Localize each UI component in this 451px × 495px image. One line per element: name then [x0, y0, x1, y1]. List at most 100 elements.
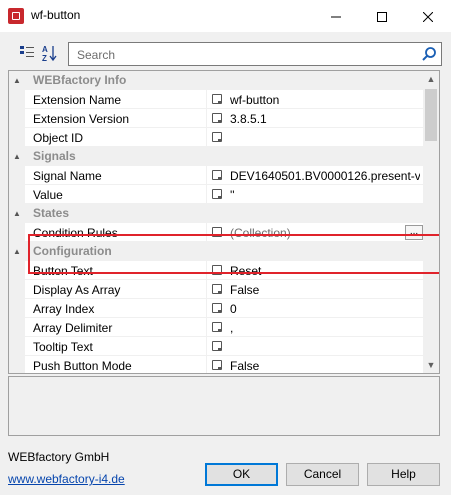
company-name: WEBfactory GmbH — [8, 450, 110, 464]
property-row[interactable]: Array Delimiter, — [9, 318, 423, 337]
binding-icon[interactable] — [212, 189, 222, 199]
row-margin — [9, 166, 25, 185]
minimize-button[interactable] — [313, 0, 359, 32]
search-box — [68, 42, 442, 66]
title-bar: wf-button — [0, 0, 451, 32]
column-separator[interactable] — [206, 166, 207, 185]
property-row[interactable]: Extension Name wf-button — [9, 90, 423, 109]
website-link[interactable]: www.webfactory-i4.de — [8, 472, 125, 486]
binding-icon[interactable] — [212, 303, 222, 313]
category-row[interactable]: ▲ WEBfactory Info — [9, 71, 423, 90]
app-icon — [8, 8, 24, 24]
row-margin — [9, 128, 25, 147]
category-row[interactable]: ▲ Signals — [9, 147, 423, 166]
close-icon — [422, 11, 434, 23]
window-title: wf-button — [31, 8, 81, 22]
property-value[interactable]: wf-button — [230, 93, 420, 107]
row-margin — [9, 356, 25, 373]
property-row[interactable]: Push Button Mode False — [9, 356, 423, 373]
property-value[interactable]: 3.8.5.1 — [230, 112, 420, 126]
signals-highlight-box — [28, 234, 439, 274]
property-name: Value — [33, 188, 63, 202]
column-separator[interactable] — [206, 90, 207, 109]
category-label: States — [33, 206, 70, 220]
property-value[interactable]: 0 — [230, 302, 420, 316]
column-separator[interactable] — [206, 356, 207, 373]
property-grid: ▲ WEBfactory Info Extension Name wf-button E… — [8, 70, 440, 374]
binding-icon[interactable] — [212, 113, 222, 123]
search-icon[interactable] — [421, 46, 437, 62]
binding-icon[interactable] — [212, 170, 222, 180]
property-row[interactable]: Display As Array False — [9, 280, 423, 299]
column-separator[interactable] — [206, 185, 207, 204]
property-toolbar: A Z — [8, 38, 442, 70]
svg-text:A: A — [42, 45, 48, 54]
collapse-icon[interactable]: ▲ — [13, 76, 21, 85]
category-label: Signals — [33, 149, 76, 163]
help-button[interactable]: Help — [367, 463, 440, 486]
column-separator[interactable] — [206, 109, 207, 128]
property-value[interactable]: False — [230, 283, 420, 297]
collapse-icon[interactable]: ▲ — [13, 247, 21, 256]
column-separator[interactable] — [206, 128, 207, 147]
svg-text:Z: Z — [42, 54, 47, 62]
property-name: Array Index — [33, 302, 95, 316]
categorized-view-icon — [20, 46, 34, 57]
property-name: Tooltip Text — [33, 340, 93, 354]
collapse-icon[interactable]: ▲ — [13, 152, 21, 161]
row-margin — [9, 318, 25, 337]
column-separator[interactable] — [206, 280, 207, 299]
scroll-down-icon[interactable]: ▼ — [423, 357, 439, 373]
property-name: Extension Version — [33, 112, 130, 126]
property-value[interactable]: DEV1640501.BV0000126.present-v... — [230, 169, 420, 183]
maximize-button[interactable] — [359, 0, 405, 32]
categorized-view-button[interactable] — [18, 44, 36, 62]
row-margin — [9, 109, 25, 128]
binding-icon[interactable] — [212, 322, 222, 332]
minimize-icon — [331, 16, 341, 18]
search-input[interactable] — [75, 46, 409, 64]
description-panel — [8, 376, 440, 436]
property-row[interactable]: Tooltip Text — [9, 337, 423, 356]
vertical-scrollbar[interactable]: ▲ ▼ — [423, 71, 439, 373]
binding-icon[interactable] — [212, 132, 222, 142]
property-grid-rows: ▲ WEBfactory Info Extension Name wf-button E… — [9, 71, 423, 373]
ok-button[interactable]: OK — [205, 463, 278, 486]
row-margin — [9, 280, 25, 299]
category-label: WEBfactory Info — [33, 73, 127, 87]
property-value[interactable]: , — [230, 321, 420, 335]
binding-icon[interactable] — [212, 284, 222, 294]
binding-icon[interactable] — [212, 360, 222, 370]
property-value[interactable]: False — [230, 359, 420, 373]
property-row[interactable]: Value '' — [9, 185, 423, 204]
binding-icon[interactable] — [212, 94, 222, 104]
property-row[interactable]: Extension Version 3.8.5.1 — [9, 109, 423, 128]
property-name: Array Delimiter — [33, 321, 113, 335]
column-separator[interactable] — [206, 337, 207, 356]
property-row[interactable]: Array Index 0 — [9, 299, 423, 318]
column-separator[interactable] — [206, 318, 207, 337]
alphabetical-sort-button[interactable]: A Z — [40, 44, 58, 63]
property-name: Display As Array — [33, 283, 121, 297]
property-value[interactable]: '' — [230, 188, 420, 202]
category-row[interactable]: ▲ States — [9, 204, 423, 223]
property-row[interactable]: Signal Name DEV1640501.BV0000126.present-… — [9, 166, 423, 185]
row-margin — [9, 223, 25, 242]
row-margin — [9, 261, 25, 280]
maximize-icon — [377, 12, 387, 23]
property-name: Extension Name — [33, 93, 122, 107]
close-button[interactable] — [405, 0, 451, 32]
row-margin — [9, 337, 25, 356]
row-margin — [9, 90, 25, 109]
row-margin — [9, 185, 25, 204]
scroll-up-icon[interactable]: ▲ — [423, 71, 439, 87]
row-margin — [9, 299, 25, 318]
collapse-icon[interactable]: ▲ — [13, 209, 21, 218]
column-separator[interactable] — [206, 299, 207, 318]
cancel-button[interactable]: Cancel — [286, 463, 359, 486]
scroll-thumb[interactable] — [425, 89, 437, 141]
binding-icon[interactable] — [212, 341, 222, 351]
property-name: Signal Name — [33, 169, 102, 183]
property-row[interactable]: Object ID — [9, 128, 423, 147]
property-name: Object ID — [33, 131, 84, 145]
